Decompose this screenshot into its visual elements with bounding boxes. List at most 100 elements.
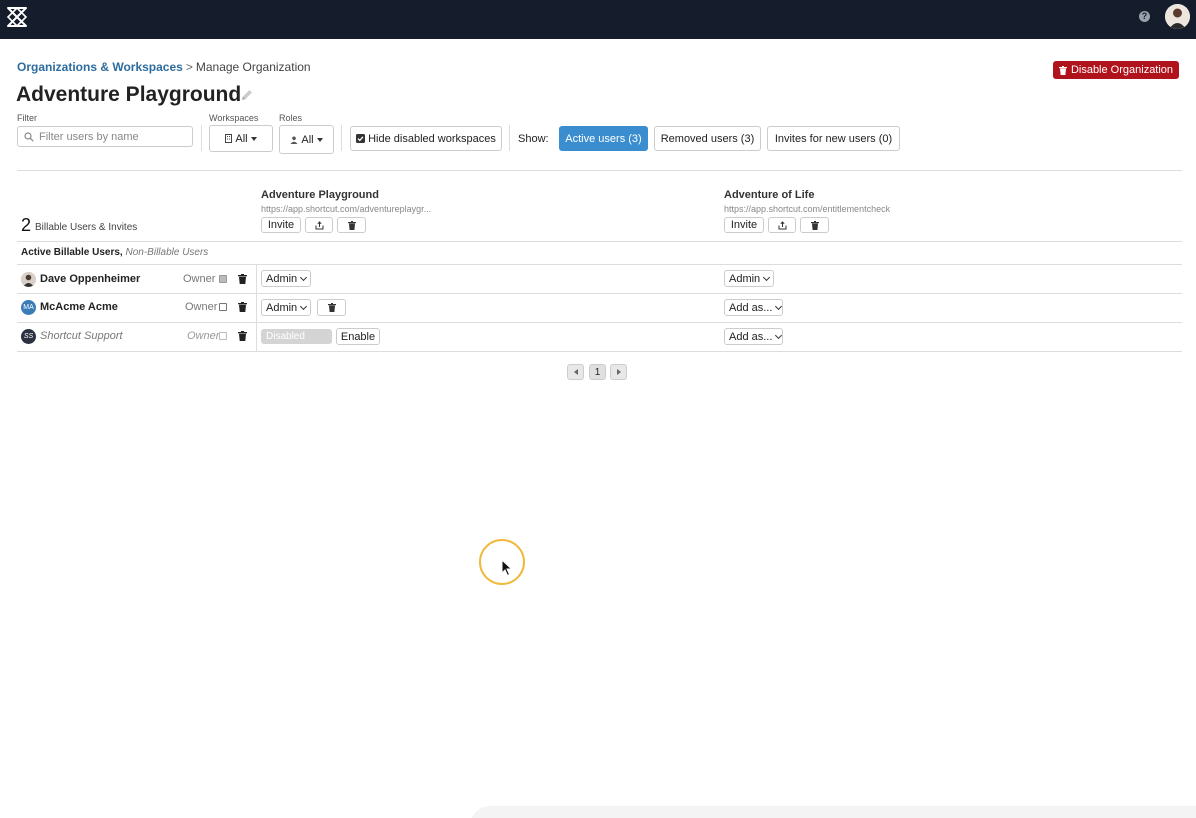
- trash-icon: [347, 220, 356, 230]
- owner-checkbox[interactable]: [219, 303, 227, 311]
- question-icon[interactable]: ?: [1139, 11, 1150, 22]
- chevron-down-icon: [300, 302, 308, 310]
- invite-button[interactable]: Invite: [261, 217, 301, 233]
- tab-removed-users[interactable]: Removed users (3): [654, 126, 761, 151]
- avatar: SS: [21, 329, 36, 344]
- tab-removed-users-label: Removed users (3): [660, 132, 755, 145]
- workspaces-label: Workspaces: [209, 113, 259, 123]
- divider: [17, 170, 1182, 171]
- enable-button-label: Enable: [340, 330, 376, 343]
- workspace-role-dropdown[interactable]: Admin: [724, 270, 774, 287]
- bottom-panel-edge: [470, 806, 1196, 818]
- workspace-url: https://app.shortcut.com/adventureplaygr…: [261, 204, 432, 214]
- workspaces-dropdown[interactable]: All: [209, 125, 273, 152]
- owner-label: Owner: [187, 330, 220, 342]
- chevron-down-icon: [775, 302, 783, 310]
- breadcrumb-separator: >: [185, 60, 193, 74]
- caret-right-icon: [616, 369, 621, 375]
- user-name: McAcme Acme: [40, 301, 118, 313]
- workspaces-dropdown-value: All: [235, 132, 248, 145]
- column-divider: [256, 265, 257, 351]
- trash-icon: [1058, 65, 1067, 75]
- billable-count-label: Billable Users & Invites: [35, 222, 138, 233]
- add-as-dropdown[interactable]: Add as...: [724, 328, 783, 345]
- tab-invites-new-users-label: Invites for new users (0): [774, 132, 893, 145]
- caret-down-icon: [316, 137, 323, 142]
- workspace-name: Adventure of Life: [724, 189, 815, 201]
- mouse-pointer-icon: [501, 559, 513, 577]
- divider: [17, 322, 1182, 323]
- delete-workspace-button[interactable]: [800, 217, 829, 233]
- hide-disabled-workspaces-label: Hide disabled workspaces: [368, 132, 496, 145]
- divider: [17, 351, 1182, 352]
- section-header: Active Billable Users, Non-Billable User…: [21, 247, 208, 258]
- owner-checkbox[interactable]: [219, 332, 227, 340]
- chevron-down-icon: [763, 273, 771, 281]
- shortcut-logo-icon[interactable]: [5, 5, 29, 29]
- search-icon: [24, 131, 34, 142]
- invite-button[interactable]: Invite: [724, 217, 764, 233]
- owner-label: Owner: [183, 273, 216, 285]
- remove-from-workspace-button[interactable]: [317, 299, 346, 316]
- building-icon: [225, 134, 233, 143]
- caret-down-icon: [250, 136, 257, 141]
- delete-workspace-button[interactable]: [337, 217, 366, 233]
- billable-count: 2: [21, 215, 32, 235]
- export-button[interactable]: [768, 217, 796, 233]
- roles-dropdown-value: All: [301, 133, 314, 146]
- trash-icon: [810, 220, 819, 230]
- trash-icon[interactable]: [238, 302, 247, 312]
- avatar: MA: [21, 300, 36, 315]
- workspace-role-value: Admin: [266, 301, 298, 314]
- checkbox-checked-icon: [356, 134, 366, 143]
- breadcrumb-organizations-link[interactable]: Organizations & Workspaces: [17, 60, 183, 74]
- avatar: [21, 272, 36, 287]
- pencil-icon[interactable]: [240, 88, 254, 102]
- owner-checkbox[interactable]: [219, 275, 227, 283]
- disable-organization-label: Disable Organization: [1070, 64, 1174, 76]
- workspace-role-value: Admin: [729, 272, 761, 285]
- roles-dropdown[interactable]: All: [279, 125, 334, 154]
- disable-organization-button[interactable]: Disable Organization: [1053, 61, 1179, 79]
- workspace-role-dropdown[interactable]: Admin: [261, 299, 311, 316]
- owner-label: Owner: [185, 301, 218, 313]
- top-navigation-bar: ?: [0, 0, 1196, 39]
- caret-left-icon: [573, 369, 578, 375]
- chevron-down-icon: [300, 273, 308, 281]
- page-title: Adventure Playground: [16, 83, 242, 106]
- add-as-dropdown[interactable]: Add as...: [724, 299, 783, 316]
- trash-icon: [327, 303, 336, 312]
- user-icon: [290, 136, 298, 144]
- user-avatar-icon[interactable]: [1165, 4, 1190, 29]
- export-button[interactable]: [305, 217, 333, 233]
- workspace-name: Adventure Playground: [261, 189, 379, 201]
- divider: [17, 241, 1182, 242]
- divider: [17, 264, 1182, 265]
- workspace-url: https://app.shortcut.com/entitlementchec…: [724, 204, 891, 214]
- roles-label: Roles: [279, 113, 303, 123]
- pagination-next-button[interactable]: [610, 364, 627, 380]
- tab-invites-new-users[interactable]: Invites for new users (0): [767, 126, 900, 151]
- invite-button-label: Invite: [730, 219, 758, 231]
- add-as-value: Add as...: [729, 330, 773, 343]
- trash-icon[interactable]: [238, 331, 247, 341]
- divider: [201, 125, 202, 151]
- show-label: Show:: [518, 133, 549, 145]
- section-header-billable: Active Billable Users,: [21, 247, 123, 258]
- hide-disabled-workspaces-toggle[interactable]: Hide disabled workspaces: [350, 126, 502, 151]
- filter-users-input[interactable]: [39, 130, 184, 143]
- section-header-non-billable: Non-Billable Users: [125, 247, 209, 258]
- user-name: Dave Oppenheimer: [40, 273, 141, 285]
- enable-button[interactable]: Enable: [336, 328, 380, 345]
- breadcrumb-current: Manage Organization: [195, 60, 311, 74]
- pagination-prev-button[interactable]: [567, 364, 584, 380]
- breadcrumb: Organizations & Workspaces > Manage Organi…: [17, 60, 311, 74]
- filter-label: Filter: [17, 113, 37, 123]
- pagination-page-button[interactable]: 1: [589, 364, 606, 380]
- trash-icon[interactable]: [238, 274, 247, 284]
- disabled-status-badge: Disabled: [261, 329, 332, 344]
- pagination-page-label: 1: [594, 366, 601, 378]
- tab-active-users[interactable]: Active users (3): [559, 126, 648, 151]
- workspace-role-value: Admin: [266, 272, 298, 285]
- workspace-role-dropdown[interactable]: Admin: [261, 270, 311, 287]
